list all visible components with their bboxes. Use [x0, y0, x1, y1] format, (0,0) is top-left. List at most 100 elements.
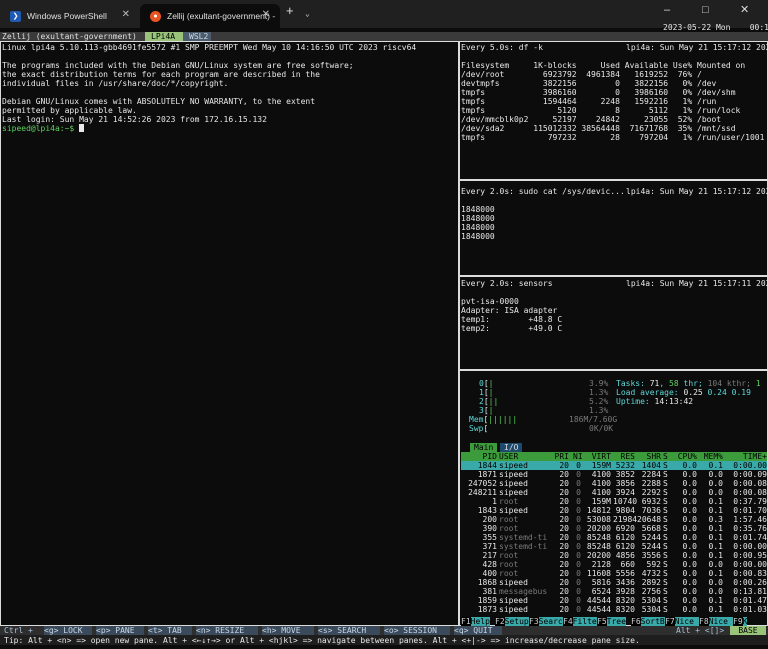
fkey-search[interactable]: F3Search — [529, 617, 568, 626]
tab-main[interactable]: Main — [470, 443, 498, 452]
process-cell: 3852 — [615, 470, 635, 479]
process-cell: 159M — [591, 497, 611, 506]
process-cell: S — [663, 560, 668, 569]
mode-resize[interactable]: <n> RESIZE — [196, 626, 258, 635]
process-row[interactable]: 247052 sipeed 20 0 4100 3856 2288 S 0.0 0.0 0:00.0… — [461, 479, 767, 488]
close-icon[interactable]: ✕ — [262, 10, 270, 20]
fkey-tree[interactable]: F5Tree — [597, 617, 626, 626]
process-cell: 6120 — [615, 533, 635, 542]
process-cell: 20200 — [586, 551, 611, 560]
process-row[interactable]: 1 root 20 0 159M 10740 6932 S 0.0 0.1 0:37.79 — [461, 497, 767, 506]
tip-text: Tip: Alt + <n> => open new pane. Alt + <… — [4, 636, 640, 645]
mode-session[interactable]: <o> SESSION — [384, 626, 450, 635]
process-cell: 20200 — [586, 524, 611, 533]
fkey-k[interactable]: F9K — [733, 617, 748, 626]
process-cell: 0:00.09 — [733, 470, 767, 479]
maximize-icon[interactable]: □ — [702, 5, 709, 16]
kthr-count: 104 kthr; — [707, 379, 751, 388]
tab-zellij[interactable]: ● Zellij (exultant-government) - ✕ — [140, 4, 280, 28]
process-cell: 0.1 — [708, 542, 723, 551]
process-row[interactable]: 428 root 20 0 2128 660 592 S 0.0 0.0 0:00.00 — [461, 560, 767, 569]
process-cell: 20 — [559, 479, 569, 488]
process-row[interactable]: 390 root 20 0 20200 6920 5668 S 0.0 0.1 0:35.76 — [461, 524, 767, 533]
fkey-help[interactable]: F1Help — [461, 617, 490, 626]
tab-label: Windows PowerShell — [27, 10, 107, 21]
cpu-value: 1.3% — [589, 406, 609, 415]
fkey-sortby[interactable]: F6SortBy — [631, 617, 670, 626]
process-row[interactable]: 200 root 20 0 53008 21984 20648 S 0.0 0.3 1:57.46 — [461, 515, 767, 524]
tab-io[interactable]: I/O — [500, 443, 523, 452]
zellij-tab-lpi4a[interactable]: LPi4A — [145, 32, 183, 41]
motd-line: individual files in /usr/share/doc/*/cop… — [2, 79, 229, 88]
watch-timestamp: lpi4a: Sun May 21 15:17:11 2023 — [626, 279, 768, 288]
process-cell: 20 — [559, 515, 569, 524]
swap-meter: Swp[ — [469, 424, 489, 433]
process-row[interactable]: 1843 sipeed 20 0 14812 9804 7036 S 0.0 0.1 0:01.70 — [461, 506, 767, 515]
tab-windows-powershell[interactable]: ❯ Windows PowerShell ✕ — [0, 4, 140, 28]
mode-tab[interactable]: <t> TAB — [148, 626, 192, 635]
new-tab-icon[interactable]: + — [286, 4, 294, 17]
close-window-icon[interactable]: ✕ — [740, 5, 749, 16]
sensor-line: temp2: +49.0 C — [461, 324, 563, 333]
process-cell: 0:01.47 — [733, 596, 767, 605]
process-cell: 200 — [482, 515, 497, 524]
fkey-filter[interactable]: F4Filter — [563, 617, 602, 626]
process-cell: 592 — [646, 560, 661, 569]
mode-pane[interactable]: <p> PANE — [96, 626, 144, 635]
df-line: tmpfs 3986160 0 3986160 0% /dev/shm — [461, 88, 736, 97]
mode-search[interactable]: <s> SEARCH — [318, 626, 380, 635]
mode-move[interactable]: <h> MOVE — [262, 626, 314, 635]
minimize-icon[interactable]: – — [664, 5, 670, 16]
load-15: 0.19 — [731, 388, 751, 397]
chevron-down-icon[interactable]: ⌄ — [305, 9, 310, 18]
process-cell: 4100 — [591, 470, 611, 479]
mode-lock[interactable]: <g> LOCK — [44, 626, 92, 635]
process-cell: 0:01.70 — [733, 506, 767, 515]
process-cell: 2288 — [641, 479, 661, 488]
process-cell: 0:00.00 — [733, 461, 767, 470]
process-cell: 0 — [576, 479, 581, 488]
process-cell: 5232 — [615, 461, 635, 470]
tip-bar: Tip: Alt + <n> => open new pane. Alt + <… — [0, 635, 768, 645]
zellij-tab-wsl2[interactable]: WSL2 — [183, 32, 211, 41]
process-cell: 9804 — [615, 506, 635, 515]
process-row[interactable]: 355 systemd-ti 20 0 85248 6120 5244 S 0.0 0.1 0:01… — [461, 533, 767, 542]
process-cell: 1868 — [477, 578, 497, 587]
df-line: /dev/mmcblk0p2 52197 24842 23055 52% /bo… — [461, 115, 722, 124]
process-row[interactable]: 217 root 20 0 20200 4856 3556 S 0.0 0.1 0:00.95 — [461, 551, 767, 560]
mode-quit[interactable]: <q> QUIT — [454, 626, 502, 635]
process-row[interactable]: 248211 sipeed 20 0 4100 3924 2292 S 0.0 0.0 0:00.0… — [461, 488, 767, 497]
process-cell: root — [499, 497, 519, 506]
process-cell: 20 — [559, 596, 569, 605]
process-row[interactable]: 400 root 20 0 11608 5556 4732 S 0.0 0.1 0:00.83 — [461, 569, 767, 578]
process-cell: S — [663, 506, 668, 515]
process-cell: 0.1 — [708, 461, 723, 470]
process-cell: 3856 — [615, 479, 635, 488]
process-cell: 1871 — [477, 470, 497, 479]
process-row[interactable]: 1844 sipeed 20 0 159M 5232 1404 S 0.0 0.1 0:00.00 — [461, 461, 767, 470]
process-cell: 0 — [576, 506, 581, 515]
process-cell: 0.1 — [708, 533, 723, 542]
process-row[interactable]: 1871 sipeed 20 0 4100 3852 2284 S 0.0 0.0 0:00.09 — [461, 470, 767, 479]
process-cell: 5556 — [615, 569, 635, 578]
process-cell: 217 — [482, 551, 497, 560]
watch-timestamp: lpi4a: Sun May 21 15:17:12 2023 — [626, 43, 768, 52]
watch-header: Every 2.0s: sudo cat /sys/devic... — [461, 187, 625, 196]
process-cell: 14812 — [586, 506, 611, 515]
process-row[interactable]: 381 messagebus 20 0 6524 3928 2756 S 0.0 0.0 0:13.… — [461, 587, 767, 596]
process-cell: 247052 — [468, 479, 497, 488]
fkey-setup[interactable]: F2Setup — [495, 617, 529, 626]
process-cell: 0.0 — [708, 560, 723, 569]
cursor[interactable] — [79, 124, 85, 132]
close-icon[interactable]: ✕ — [122, 10, 130, 20]
thr-count: 58 — [669, 379, 679, 388]
process-row[interactable]: 1868 sipeed 20 0 5816 3436 2892 S 0.0 0.0 0:00.26 — [461, 578, 767, 587]
df-line: tmpfs 797232 28 797204 1% /run/user/1001 — [461, 133, 765, 142]
fkey-nice[interactable]: F7Nice - — [665, 617, 704, 626]
process-row[interactable]: 371 systemd-ti 20 0 85248 6120 5244 S 0.0 0.1 0:00… — [461, 542, 767, 551]
fkey-nice[interactable]: F8Nice + — [699, 617, 738, 626]
process-row[interactable]: 1859 sipeed 20 0 44544 8320 5304 S 0.0 0.1 0:01.47 — [461, 596, 767, 605]
process-row[interactable]: 1873 sipeed 20 0 44544 8320 5304 S 0.0 0.1 0:01.03 — [461, 605, 767, 614]
process-cell: sipeed — [499, 488, 528, 497]
process-cell: 20 — [559, 542, 569, 551]
